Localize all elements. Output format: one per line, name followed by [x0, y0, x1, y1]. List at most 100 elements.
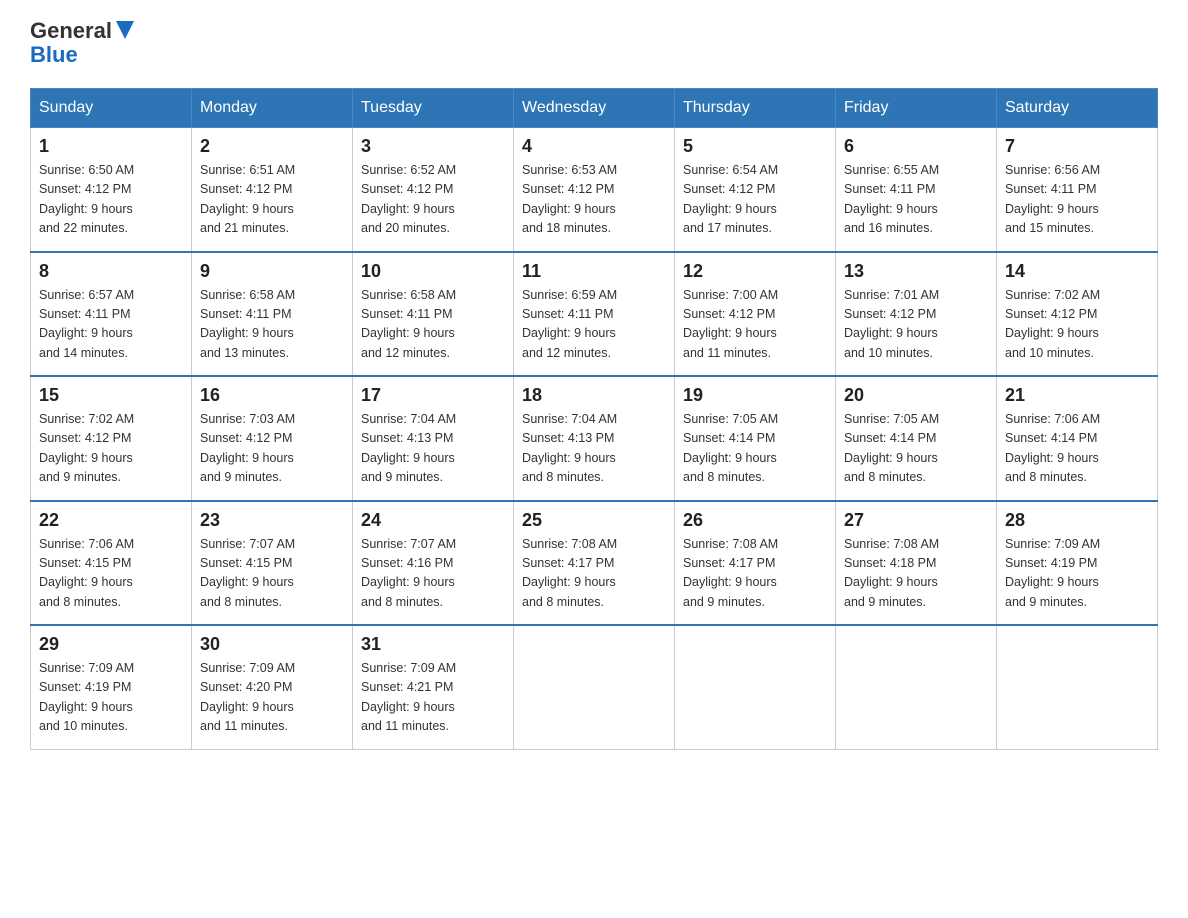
day-info: Sunrise: 7:05 AMSunset: 4:14 PMDaylight:… — [683, 412, 778, 484]
calendar-week-row: 22 Sunrise: 7:06 AMSunset: 4:15 PMDaylig… — [31, 501, 1158, 626]
day-info: Sunrise: 7:04 AMSunset: 4:13 PMDaylight:… — [522, 412, 617, 484]
calendar-cell: 10 Sunrise: 6:58 AMSunset: 4:11 PMDaylig… — [353, 252, 514, 377]
day-info: Sunrise: 6:58 AMSunset: 4:11 PMDaylight:… — [200, 288, 295, 360]
calendar-cell: 4 Sunrise: 6:53 AMSunset: 4:12 PMDayligh… — [514, 128, 675, 252]
day-info: Sunrise: 6:52 AMSunset: 4:12 PMDaylight:… — [361, 163, 456, 235]
calendar-cell: 1 Sunrise: 6:50 AMSunset: 4:12 PMDayligh… — [31, 128, 192, 252]
calendar-week-row: 1 Sunrise: 6:50 AMSunset: 4:12 PMDayligh… — [31, 128, 1158, 252]
day-info: Sunrise: 6:55 AMSunset: 4:11 PMDaylight:… — [844, 163, 939, 235]
day-info: Sunrise: 7:09 AMSunset: 4:19 PMDaylight:… — [39, 661, 134, 733]
day-number: 24 — [361, 510, 505, 531]
day-info: Sunrise: 7:07 AMSunset: 4:16 PMDaylight:… — [361, 537, 456, 609]
calendar-week-row: 8 Sunrise: 6:57 AMSunset: 4:11 PMDayligh… — [31, 252, 1158, 377]
calendar-cell: 9 Sunrise: 6:58 AMSunset: 4:11 PMDayligh… — [192, 252, 353, 377]
calendar-cell: 29 Sunrise: 7:09 AMSunset: 4:19 PMDaylig… — [31, 625, 192, 749]
calendar-cell — [514, 625, 675, 749]
day-info: Sunrise: 7:03 AMSunset: 4:12 PMDaylight:… — [200, 412, 295, 484]
calendar-cell: 3 Sunrise: 6:52 AMSunset: 4:12 PMDayligh… — [353, 128, 514, 252]
calendar-cell: 5 Sunrise: 6:54 AMSunset: 4:12 PMDayligh… — [675, 128, 836, 252]
calendar-cell: 26 Sunrise: 7:08 AMSunset: 4:17 PMDaylig… — [675, 501, 836, 626]
day-info: Sunrise: 6:54 AMSunset: 4:12 PMDaylight:… — [683, 163, 778, 235]
day-number: 14 — [1005, 261, 1149, 282]
day-number: 5 — [683, 136, 827, 157]
calendar-cell — [997, 625, 1158, 749]
logo-blue: Blue — [30, 42, 78, 68]
day-info: Sunrise: 7:09 AMSunset: 4:19 PMDaylight:… — [1005, 537, 1100, 609]
calendar-cell: 25 Sunrise: 7:08 AMSunset: 4:17 PMDaylig… — [514, 501, 675, 626]
calendar-cell: 17 Sunrise: 7:04 AMSunset: 4:13 PMDaylig… — [353, 376, 514, 501]
day-number: 20 — [844, 385, 988, 406]
calendar-cell: 12 Sunrise: 7:00 AMSunset: 4:12 PMDaylig… — [675, 252, 836, 377]
calendar-week-row: 29 Sunrise: 7:09 AMSunset: 4:19 PMDaylig… — [31, 625, 1158, 749]
day-info: Sunrise: 6:51 AMSunset: 4:12 PMDaylight:… — [200, 163, 295, 235]
calendar-cell: 11 Sunrise: 6:59 AMSunset: 4:11 PMDaylig… — [514, 252, 675, 377]
day-number: 11 — [522, 261, 666, 282]
calendar-cell: 16 Sunrise: 7:03 AMSunset: 4:12 PMDaylig… — [192, 376, 353, 501]
day-number: 12 — [683, 261, 827, 282]
weekday-header-saturday: Saturday — [997, 89, 1158, 128]
day-number: 26 — [683, 510, 827, 531]
day-number: 16 — [200, 385, 344, 406]
day-info: Sunrise: 7:00 AMSunset: 4:12 PMDaylight:… — [683, 288, 778, 360]
day-info: Sunrise: 6:56 AMSunset: 4:11 PMDaylight:… — [1005, 163, 1100, 235]
calendar-cell: 22 Sunrise: 7:06 AMSunset: 4:15 PMDaylig… — [31, 501, 192, 626]
day-number: 17 — [361, 385, 505, 406]
day-number: 2 — [200, 136, 344, 157]
day-info: Sunrise: 7:08 AMSunset: 4:18 PMDaylight:… — [844, 537, 939, 609]
calendar-cell: 28 Sunrise: 7:09 AMSunset: 4:19 PMDaylig… — [997, 501, 1158, 626]
calendar-cell: 19 Sunrise: 7:05 AMSunset: 4:14 PMDaylig… — [675, 376, 836, 501]
calendar-week-row: 15 Sunrise: 7:02 AMSunset: 4:12 PMDaylig… — [31, 376, 1158, 501]
day-number: 27 — [844, 510, 988, 531]
day-info: Sunrise: 6:53 AMSunset: 4:12 PMDaylight:… — [522, 163, 617, 235]
day-number: 19 — [683, 385, 827, 406]
day-info: Sunrise: 7:05 AMSunset: 4:14 PMDaylight:… — [844, 412, 939, 484]
calendar-cell: 23 Sunrise: 7:07 AMSunset: 4:15 PMDaylig… — [192, 501, 353, 626]
day-number: 29 — [39, 634, 183, 655]
day-number: 21 — [1005, 385, 1149, 406]
day-info: Sunrise: 6:57 AMSunset: 4:11 PMDaylight:… — [39, 288, 134, 360]
day-info: Sunrise: 7:06 AMSunset: 4:14 PMDaylight:… — [1005, 412, 1100, 484]
logo-arrow-icon — [114, 19, 136, 41]
weekday-header-monday: Monday — [192, 89, 353, 128]
day-number: 3 — [361, 136, 505, 157]
day-number: 8 — [39, 261, 183, 282]
day-number: 30 — [200, 634, 344, 655]
day-info: Sunrise: 7:08 AMSunset: 4:17 PMDaylight:… — [522, 537, 617, 609]
logo-general: General — [30, 20, 112, 42]
calendar-table: SundayMondayTuesdayWednesdayThursdayFrid… — [30, 88, 1158, 750]
day-number: 18 — [522, 385, 666, 406]
day-number: 25 — [522, 510, 666, 531]
weekday-header-sunday: Sunday — [31, 89, 192, 128]
day-number: 10 — [361, 261, 505, 282]
page-header: General Blue — [30, 20, 1158, 68]
calendar-cell — [836, 625, 997, 749]
day-info: Sunrise: 6:59 AMSunset: 4:11 PMDaylight:… — [522, 288, 617, 360]
day-info: Sunrise: 6:58 AMSunset: 4:11 PMDaylight:… — [361, 288, 456, 360]
day-info: Sunrise: 6:50 AMSunset: 4:12 PMDaylight:… — [39, 163, 134, 235]
day-number: 4 — [522, 136, 666, 157]
calendar-cell: 27 Sunrise: 7:08 AMSunset: 4:18 PMDaylig… — [836, 501, 997, 626]
weekday-header-thursday: Thursday — [675, 89, 836, 128]
day-number: 15 — [39, 385, 183, 406]
calendar-cell: 7 Sunrise: 6:56 AMSunset: 4:11 PMDayligh… — [997, 128, 1158, 252]
day-number: 31 — [361, 634, 505, 655]
calendar-cell: 20 Sunrise: 7:05 AMSunset: 4:14 PMDaylig… — [836, 376, 997, 501]
day-number: 28 — [1005, 510, 1149, 531]
day-number: 1 — [39, 136, 183, 157]
calendar-cell — [675, 625, 836, 749]
logo: General Blue — [30, 20, 136, 68]
calendar-cell: 15 Sunrise: 7:02 AMSunset: 4:12 PMDaylig… — [31, 376, 192, 501]
day-number: 6 — [844, 136, 988, 157]
day-info: Sunrise: 7:02 AMSunset: 4:12 PMDaylight:… — [39, 412, 134, 484]
weekday-header-row: SundayMondayTuesdayWednesdayThursdayFrid… — [31, 89, 1158, 128]
weekday-header-wednesday: Wednesday — [514, 89, 675, 128]
day-number: 7 — [1005, 136, 1149, 157]
calendar-cell: 13 Sunrise: 7:01 AMSunset: 4:12 PMDaylig… — [836, 252, 997, 377]
day-info: Sunrise: 7:04 AMSunset: 4:13 PMDaylight:… — [361, 412, 456, 484]
day-info: Sunrise: 7:09 AMSunset: 4:21 PMDaylight:… — [361, 661, 456, 733]
day-info: Sunrise: 7:09 AMSunset: 4:20 PMDaylight:… — [200, 661, 295, 733]
weekday-header-tuesday: Tuesday — [353, 89, 514, 128]
calendar-cell: 18 Sunrise: 7:04 AMSunset: 4:13 PMDaylig… — [514, 376, 675, 501]
calendar-cell: 30 Sunrise: 7:09 AMSunset: 4:20 PMDaylig… — [192, 625, 353, 749]
day-number: 22 — [39, 510, 183, 531]
